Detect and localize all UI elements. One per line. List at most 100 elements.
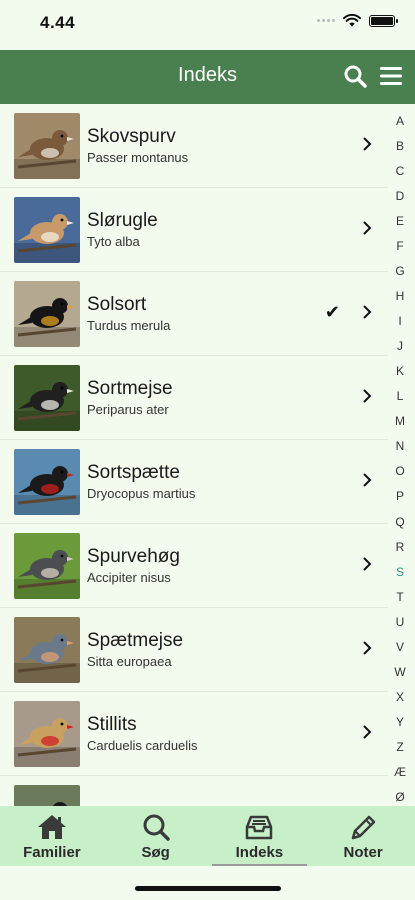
tab-label: Familier bbox=[23, 844, 81, 861]
species-row[interactable]: Skovspurv Passer montanus bbox=[0, 104, 388, 188]
bird-photo bbox=[14, 532, 80, 599]
species-names: Skovspurv Passer montanus bbox=[87, 126, 388, 165]
tab-home[interactable]: Familier bbox=[0, 806, 104, 866]
species-thumbnail bbox=[14, 448, 80, 515]
tab-label: Noter bbox=[343, 844, 383, 861]
chevron-right-icon bbox=[363, 137, 372, 151]
alphabet-letter[interactable]: U bbox=[396, 615, 405, 629]
species-thumbnail bbox=[14, 112, 80, 179]
alphabet-letter[interactable]: V bbox=[396, 640, 404, 654]
tab-pencil[interactable]: Noter bbox=[311, 806, 415, 866]
species-row[interactable]: Spætmejse Sitta europaea bbox=[0, 608, 388, 692]
species-thumbnail bbox=[14, 532, 80, 599]
species-row[interactable]: Slørugle Tyto alba bbox=[0, 188, 388, 272]
species-latin-name: Dryocopus martius bbox=[87, 486, 196, 501]
alphabet-letter[interactable]: J bbox=[397, 339, 403, 353]
species-names: Slørugle Tyto alba bbox=[87, 210, 388, 249]
alphabet-letter[interactable]: B bbox=[396, 139, 404, 153]
species-common-name: Stillits bbox=[87, 714, 137, 735]
search-icon bbox=[344, 65, 367, 88]
species-common-name: Sortmejse bbox=[87, 378, 173, 399]
search-icon bbox=[141, 812, 171, 842]
alphabet-letter[interactable]: O bbox=[395, 464, 404, 478]
alphabet-letter[interactable]: D bbox=[396, 189, 405, 203]
search-button[interactable] bbox=[341, 62, 369, 90]
alphabet-letter[interactable]: G bbox=[395, 264, 404, 278]
species-names: Sortmejse Periparus ater bbox=[87, 378, 388, 417]
bird-photo bbox=[14, 616, 80, 683]
species-latin-name: Turdus merula bbox=[87, 318, 171, 333]
species-latin-name: Accipiter nisus bbox=[87, 570, 171, 585]
species-names: Sortspætte Dryocopus martius bbox=[87, 462, 388, 501]
tab-bar: Familier Søg Indeks Noter bbox=[0, 806, 415, 866]
species-common-name: Sortspætte bbox=[87, 462, 180, 483]
species-row[interactable]: Solsort Turdus merula ✔ bbox=[0, 272, 388, 356]
chevron-right-icon bbox=[363, 221, 372, 235]
chevron-right-icon bbox=[363, 725, 372, 739]
species-names: Solsort Turdus merula bbox=[87, 294, 388, 333]
alphabet-letter[interactable]: S bbox=[396, 565, 404, 579]
species-latin-name: Tyto alba bbox=[87, 234, 140, 249]
species-common-name: Spurvehøg bbox=[87, 546, 180, 567]
alphabet-letter[interactable]: Ø bbox=[395, 790, 404, 804]
species-row[interactable]: Spurvehøg Accipiter nisus bbox=[0, 524, 388, 608]
alphabet-letter[interactable]: A bbox=[396, 114, 404, 128]
hamburger-menu-icon bbox=[380, 67, 402, 85]
alphabet-letter[interactable]: Y bbox=[396, 715, 404, 729]
species-thumbnail bbox=[14, 196, 80, 263]
battery-icon bbox=[369, 14, 398, 27]
chevron-right-icon bbox=[363, 641, 372, 655]
alphabet-letter[interactable]: E bbox=[396, 214, 404, 228]
menu-button[interactable] bbox=[377, 62, 405, 90]
home-icon bbox=[37, 812, 67, 842]
species-common-name: Solsort bbox=[87, 294, 147, 315]
home-area bbox=[0, 866, 415, 900]
alphabet-letter[interactable]: C bbox=[396, 164, 405, 178]
alphabet-letter[interactable]: M bbox=[395, 414, 405, 428]
bird-photo bbox=[14, 196, 80, 263]
species-latin-name: Sitta europaea bbox=[87, 654, 172, 669]
species-names: Spætmejse Sitta europaea bbox=[87, 630, 388, 669]
species-latin-name: Passer montanus bbox=[87, 150, 189, 165]
species-names: Stillits Carduelis carduelis bbox=[87, 714, 388, 753]
alphabet-letter[interactable]: H bbox=[396, 289, 405, 303]
species-row[interactable]: Sortmejse Periparus ater bbox=[0, 356, 388, 440]
chevron-right-icon bbox=[363, 389, 372, 403]
alphabet-letter[interactable]: Z bbox=[396, 740, 403, 754]
bird-photo bbox=[14, 364, 80, 431]
chevron-right-icon bbox=[363, 473, 372, 487]
species-row[interactable]: Sortspætte Dryocopus martius bbox=[0, 440, 388, 524]
alphabet-letter[interactable]: K bbox=[396, 364, 404, 378]
alphabet-letter[interactable]: N bbox=[396, 439, 405, 453]
inbox-icon bbox=[244, 812, 274, 842]
alphabet-letter[interactable]: Æ bbox=[394, 765, 406, 779]
alphabet-letter[interactable]: X bbox=[396, 690, 404, 704]
chevron-right-icon bbox=[363, 557, 372, 571]
species-common-name: Spætmejse bbox=[87, 630, 184, 651]
alphabet-letter[interactable]: F bbox=[396, 239, 403, 253]
bird-photo bbox=[14, 448, 80, 515]
species-row[interactable]: Storspætte bbox=[0, 776, 388, 806]
bird-photo bbox=[14, 784, 80, 806]
status-bar: 4.44 bbox=[0, 0, 415, 50]
alphabet-letter[interactable]: P bbox=[396, 489, 404, 503]
species-thumbnail bbox=[14, 700, 80, 767]
alphabet-letter[interactable]: W bbox=[394, 665, 405, 679]
species-latin-name: Periparus ater bbox=[87, 402, 169, 417]
tab-label: Søg bbox=[141, 844, 170, 861]
species-row[interactable]: Stillits Carduelis carduelis bbox=[0, 692, 388, 776]
alphabet-letter[interactable]: T bbox=[396, 590, 403, 604]
alphabet-letter[interactable]: L bbox=[397, 389, 404, 403]
seen-checkmark-icon: ✔ bbox=[324, 302, 340, 322]
species-thumbnail bbox=[14, 784, 80, 806]
bird-photo bbox=[14, 280, 80, 347]
species-thumbnail bbox=[14, 364, 80, 431]
alphabet-letter[interactable]: R bbox=[396, 540, 405, 554]
tab-search[interactable]: Søg bbox=[104, 806, 208, 866]
pencil-icon bbox=[348, 812, 378, 842]
tab-inbox[interactable]: Indeks bbox=[208, 806, 312, 866]
signal-icon bbox=[317, 19, 335, 22]
alphabet-letter[interactable]: Q bbox=[395, 515, 404, 529]
alphabet-letter[interactable]: I bbox=[398, 314, 401, 328]
status-icons bbox=[317, 14, 398, 27]
